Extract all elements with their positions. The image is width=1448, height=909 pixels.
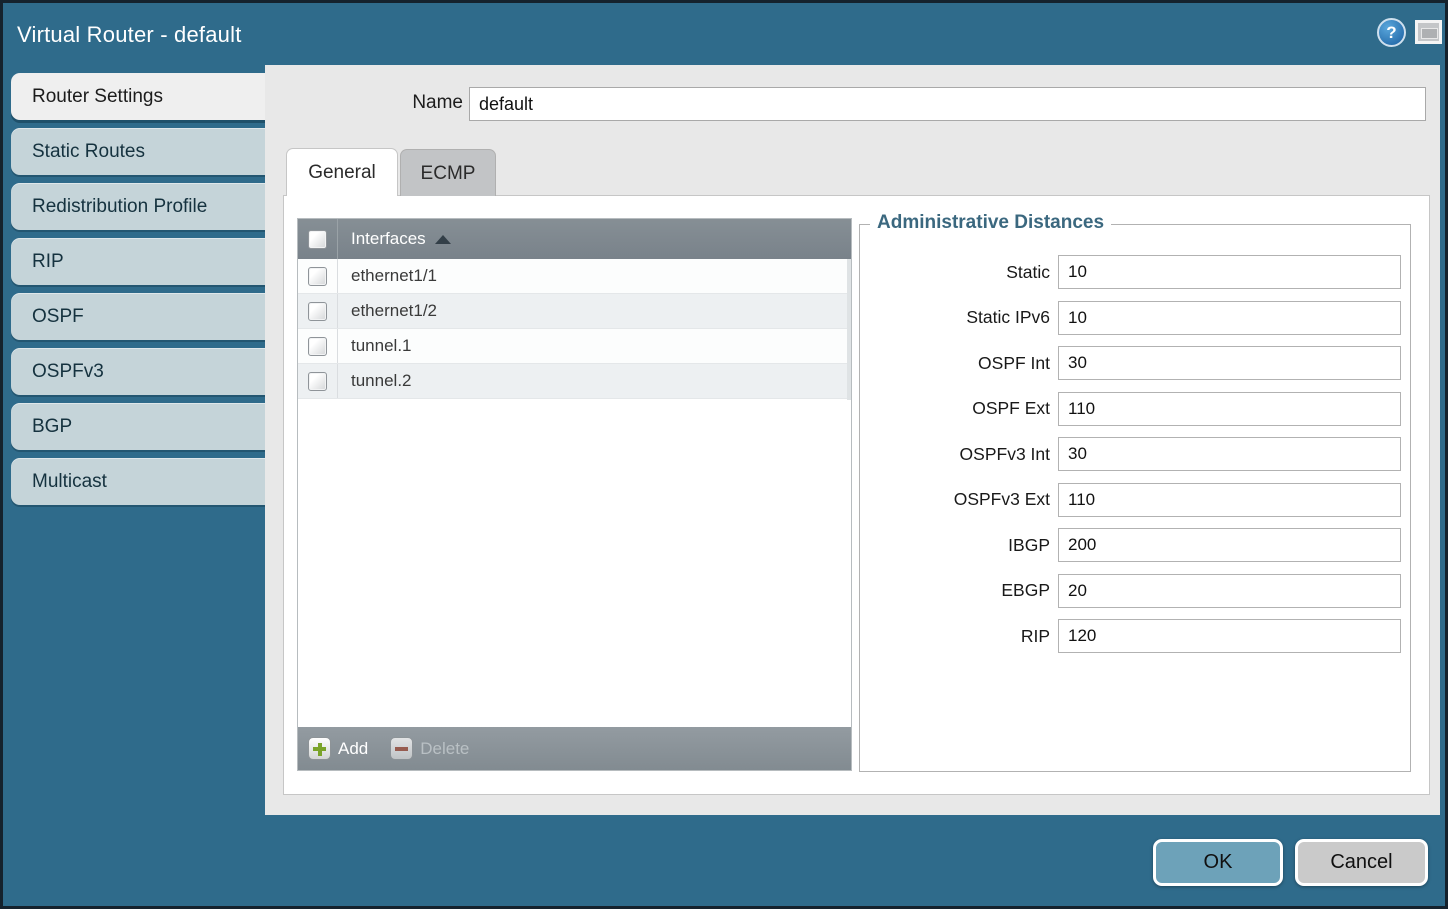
interfaces-column-header[interactable]: Interfaces — [351, 229, 426, 249]
ospf-ext-label: OSPF Ext — [860, 398, 1050, 419]
ospfv3-ext-input[interactable] — [1058, 483, 1401, 517]
field-row: EBGP — [860, 574, 1410, 608]
row-checkbox-cell — [298, 364, 338, 398]
ibgp-input[interactable] — [1058, 528, 1401, 562]
rip-input[interactable] — [1058, 619, 1401, 653]
delete-button[interactable]: Delete — [390, 737, 469, 760]
select-all-checkbox[interactable] — [308, 230, 327, 249]
title-bar: Virtual Router - default ? — [3, 3, 1445, 65]
field-row: Static — [860, 255, 1410, 289]
interface-name: ethernet1/2 — [351, 301, 437, 321]
name-input[interactable] — [469, 87, 1426, 121]
static-input[interactable] — [1058, 255, 1401, 289]
field-row: Static IPv6 — [860, 301, 1410, 335]
scrollbar-track[interactable] — [847, 259, 851, 400]
table-row[interactable]: ethernet1/1 — [298, 259, 851, 294]
row-checkbox-cell — [298, 329, 338, 363]
row-checkbox-cell — [298, 259, 338, 293]
static-ipv6-label: Static IPv6 — [860, 307, 1050, 328]
help-icon[interactable]: ? — [1377, 18, 1406, 47]
field-row: IBGP — [860, 528, 1410, 562]
field-row: OSPF Ext — [860, 392, 1410, 426]
sidebar-item-bgp[interactable]: BGP — [11, 403, 265, 450]
ospfv3-int-label: OSPFv3 Int — [860, 444, 1050, 465]
table-row[interactable]: tunnel.2 — [298, 364, 851, 399]
static-ipv6-input[interactable] — [1058, 301, 1401, 335]
row-checkbox-cell — [298, 294, 338, 328]
field-row: OSPFv3 Ext — [860, 483, 1410, 517]
row-checkbox[interactable] — [308, 372, 327, 391]
sidebar-item-multicast[interactable]: Multicast — [11, 458, 265, 505]
tab-ecmp[interactable]: ECMP — [400, 149, 496, 196]
ospf-int-input[interactable] — [1058, 346, 1401, 380]
sidebar-item-ospf[interactable]: OSPF — [11, 293, 265, 340]
general-tab-content: Interfaces ethernet1/1 ethernet1/2 tunne — [283, 195, 1430, 795]
minus-icon — [390, 737, 413, 760]
tab-general[interactable]: General — [286, 148, 398, 196]
administrative-distances-fields: Static Static IPv6 OSPF Int OSPF Ext — [860, 255, 1410, 665]
sidebar: Router Settings Static Routes Redistribu… — [11, 73, 265, 513]
sidebar-item-router-settings[interactable]: Router Settings — [11, 73, 265, 120]
row-checkbox[interactable] — [308, 267, 327, 286]
select-all-cell — [298, 219, 338, 259]
interfaces-table-body: ethernet1/1 ethernet1/2 tunnel.1 tunnel.… — [298, 259, 851, 729]
ospfv3-int-input[interactable] — [1058, 437, 1401, 471]
cancel-button[interactable]: Cancel — [1295, 839, 1428, 886]
ebgp-label: EBGP — [860, 580, 1050, 601]
router-settings-panel: Name General ECMP Interfaces ethernet1/1 — [265, 65, 1440, 815]
administrative-distances-group: Administrative Distances Static Static I… — [859, 224, 1411, 772]
rip-label: RIP — [860, 626, 1050, 647]
name-label: Name — [345, 92, 463, 114]
delete-button-label: Delete — [420, 739, 469, 759]
sidebar-item-static-routes[interactable]: Static Routes — [11, 128, 265, 175]
interface-name: tunnel.1 — [351, 336, 412, 356]
sidebar-item-ospfv3[interactable]: OSPFv3 — [11, 348, 265, 395]
ospfv3-ext-label: OSPFv3 Ext — [860, 489, 1050, 510]
ospf-int-label: OSPF Int — [860, 353, 1050, 374]
ebgp-input[interactable] — [1058, 574, 1401, 608]
sidebar-item-rip[interactable]: RIP — [11, 238, 265, 285]
sidebar-item-redistribution-profile[interactable]: Redistribution Profile — [11, 183, 265, 230]
table-row[interactable]: ethernet1/2 — [298, 294, 851, 329]
dialog-title: Virtual Router - default — [17, 3, 242, 65]
static-label: Static — [860, 262, 1050, 283]
administrative-distances-title: Administrative Distances — [870, 212, 1111, 234]
interfaces-table-footer: Add Delete — [298, 727, 851, 770]
ibgp-label: IBGP — [860, 535, 1050, 556]
interface-name: tunnel.2 — [351, 371, 412, 391]
interface-name: ethernet1/1 — [351, 266, 437, 286]
interfaces-table: Interfaces ethernet1/1 ethernet1/2 tunne — [297, 218, 852, 771]
virtual-router-dialog: Virtual Router - default ? Router Settin… — [0, 0, 1448, 909]
ok-button[interactable]: OK — [1153, 839, 1283, 886]
field-row: OSPFv3 Int — [860, 437, 1410, 471]
ospf-ext-input[interactable] — [1058, 392, 1401, 426]
sort-ascending-icon[interactable] — [435, 235, 451, 244]
add-button-label: Add — [338, 739, 368, 759]
add-button[interactable]: Add — [308, 737, 368, 760]
table-row[interactable]: tunnel.1 — [298, 329, 851, 364]
row-checkbox[interactable] — [308, 337, 327, 356]
interfaces-table-header: Interfaces — [298, 219, 851, 259]
field-row: RIP — [860, 619, 1410, 653]
row-checkbox[interactable] — [308, 302, 327, 321]
field-row: OSPF Int — [860, 346, 1410, 380]
plus-icon — [308, 737, 331, 760]
restore-window-icon[interactable] — [1415, 20, 1442, 44]
